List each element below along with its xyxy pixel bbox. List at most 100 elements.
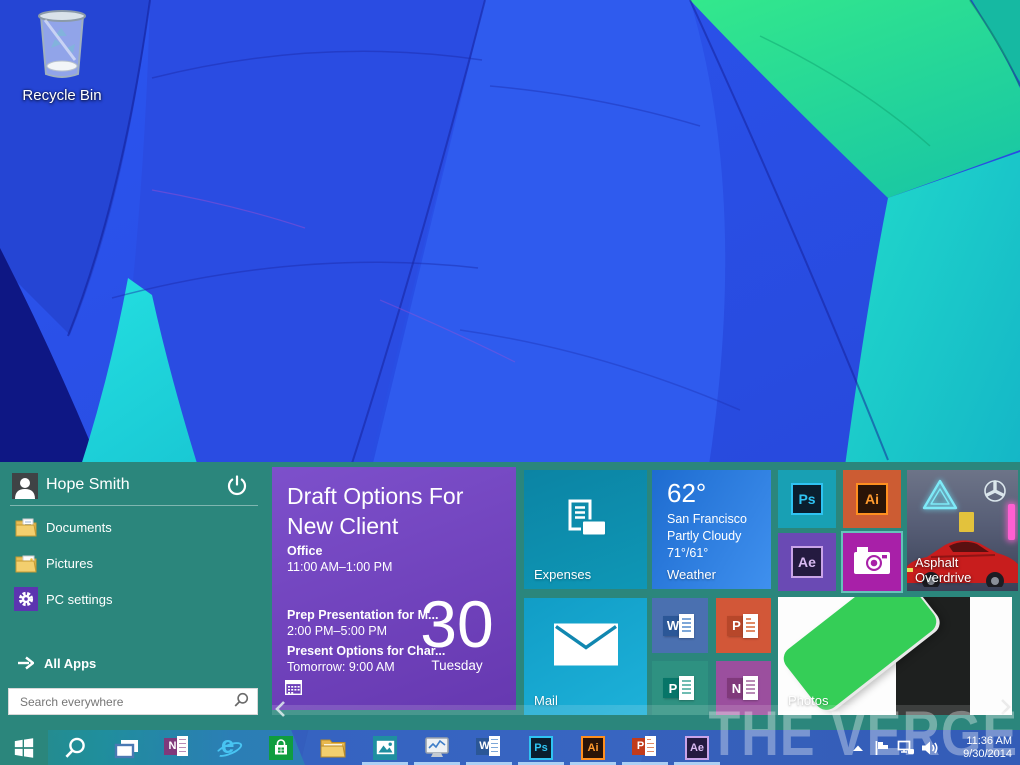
task-view-icon xyxy=(114,736,140,760)
windows-logo-icon xyxy=(13,737,35,759)
tile-illustrator[interactable]: Ai xyxy=(843,470,901,528)
taskbar-system-monitor-button[interactable] xyxy=(412,730,462,765)
search-input[interactable] xyxy=(18,694,234,710)
weather-range: 71°/61° xyxy=(667,546,708,560)
tile-asphalt-overdrive[interactable]: Asphalt Overdrive xyxy=(907,470,1018,591)
sidebar-item-pictures[interactable]: Pictures xyxy=(0,548,268,580)
taskbar: N e xyxy=(0,730,1020,765)
publisher-icon: P xyxy=(663,676,697,700)
taskbar-store-button[interactable] xyxy=(256,730,306,765)
photos-app-icon xyxy=(373,736,397,760)
taskbar-onenote-button[interactable]: N xyxy=(152,730,202,765)
start-button[interactable] xyxy=(0,730,48,765)
user-avatar[interactable] xyxy=(12,473,38,499)
file-explorer-icon xyxy=(320,737,346,759)
store-icon xyxy=(269,736,293,760)
clock[interactable]: 11:36 AM 9/30/2014 xyxy=(946,735,1012,761)
taskbar-taskview-button[interactable] xyxy=(102,730,152,765)
onenote-icon: N xyxy=(164,736,190,760)
tile-label: Photos xyxy=(788,693,828,708)
tile-photoshop[interactable]: Ps xyxy=(778,470,836,528)
network-button[interactable] xyxy=(894,730,918,765)
desktop-screen: Recycle Bin Hope Smith xyxy=(0,0,1020,765)
powerpoint-icon: P xyxy=(727,614,761,638)
tile-photos[interactable]: Photos xyxy=(778,597,1012,715)
tile-scrollbar[interactable] xyxy=(272,705,1012,715)
taskbar-word-button[interactable]: W xyxy=(464,730,514,765)
powerpoint-icon: P xyxy=(632,736,658,760)
clock-date: 9/30/2014 xyxy=(946,748,1012,761)
photoshop-icon: Ps xyxy=(791,483,823,515)
tile-camera[interactable] xyxy=(841,531,903,593)
tile-word[interactable]: W xyxy=(652,598,708,653)
recycle-bin-icon xyxy=(31,8,93,80)
calendar-date: 30 Tuesday xyxy=(412,592,502,673)
chevron-up-icon xyxy=(852,744,864,752)
recycle-bin-label: Recycle Bin xyxy=(14,87,110,104)
taskbar-photoshop-button[interactable]: Ps xyxy=(516,730,566,765)
documents-folder-icon xyxy=(14,515,38,539)
search-box xyxy=(8,688,258,715)
illustrator-icon: Ai xyxy=(856,483,888,515)
tile-weather[interactable]: 62° San Francisco Partly Cloudy 71°/61° … xyxy=(652,470,771,589)
action-center-button[interactable] xyxy=(870,730,894,765)
illustrator-icon: Ai xyxy=(581,736,605,760)
system-tray: 11:36 AM 9/30/2014 xyxy=(846,730,1020,765)
calendar-event-title: Draft Options For New Client xyxy=(287,481,463,541)
calendar-icon xyxy=(285,680,302,700)
mail-envelope-icon xyxy=(554,624,618,671)
search-icon xyxy=(63,736,87,760)
user-header: Hope Smith xyxy=(12,472,256,502)
taskbar-illustrator-button[interactable]: Ai xyxy=(568,730,618,765)
clock-time: 11:36 AM xyxy=(946,735,1012,748)
tile-powerpoint[interactable]: P xyxy=(716,598,771,653)
sidebar-item-documents[interactable]: Documents xyxy=(0,512,268,544)
show-hidden-icons-button[interactable] xyxy=(846,730,870,765)
aftereffects-icon: Ae xyxy=(685,736,709,760)
calendar-event-1: Office 11:00 AM–1:00 PM xyxy=(287,543,392,575)
sidebar-item-pc-settings[interactable]: PC settings xyxy=(0,584,268,616)
tile-aftereffects[interactable]: Ae xyxy=(778,533,836,591)
fan-icon xyxy=(982,478,1008,509)
taskbar-explorer-button[interactable] xyxy=(308,730,358,765)
tile-expenses[interactable]: Expenses xyxy=(524,470,647,589)
weather-condition: Partly Cloudy xyxy=(667,529,741,543)
internet-explorer-icon: e xyxy=(216,735,242,761)
taskbar-photos-button[interactable] xyxy=(360,730,410,765)
network-icon xyxy=(897,740,915,756)
onenote-icon: N xyxy=(727,676,761,700)
tile-label: Expenses xyxy=(534,567,591,582)
user-name[interactable]: Hope Smith xyxy=(46,476,130,494)
recycle-bin[interactable]: Recycle Bin xyxy=(14,8,110,104)
pictures-folder-icon xyxy=(14,551,38,575)
word-icon: W xyxy=(663,614,697,638)
sidebar-item-label: PC settings xyxy=(46,592,112,607)
taskbar-ie-button[interactable]: e xyxy=(204,730,254,765)
taskbar-aftereffects-button[interactable]: Ae xyxy=(672,730,722,765)
power-button[interactable] xyxy=(226,475,248,497)
chevron-left-icon[interactable] xyxy=(274,700,286,723)
person-icon xyxy=(12,473,38,499)
monitor-chart-icon xyxy=(424,736,450,760)
word-icon: W xyxy=(476,736,502,760)
power-icon xyxy=(226,475,248,497)
arrow-right-icon xyxy=(17,656,34,675)
sidebar-item-label: Pictures xyxy=(46,556,93,571)
chevron-right-icon[interactable] xyxy=(1000,698,1012,721)
tile-mail[interactable]: Mail xyxy=(524,598,647,715)
speaker-icon xyxy=(921,740,939,756)
aftereffects-icon: Ae xyxy=(791,546,823,578)
tile-calendar[interactable]: Draft Options For New Client Office 11:0… xyxy=(272,467,516,710)
weather-temp: 62° xyxy=(667,478,706,509)
volume-button[interactable] xyxy=(918,730,942,765)
flag-icon xyxy=(874,740,890,756)
sidebar-item-label: Documents xyxy=(46,520,112,535)
menu-separator xyxy=(10,505,258,506)
all-apps-label: All Apps xyxy=(44,656,96,671)
search-icon[interactable] xyxy=(234,692,249,712)
camera-icon xyxy=(852,545,892,580)
taskbar-powerpoint-button[interactable]: P xyxy=(620,730,670,765)
taskbar-search-button[interactable] xyxy=(50,730,100,765)
tile-label: Weather xyxy=(667,567,716,582)
all-apps-button[interactable]: All Apps xyxy=(0,652,268,678)
